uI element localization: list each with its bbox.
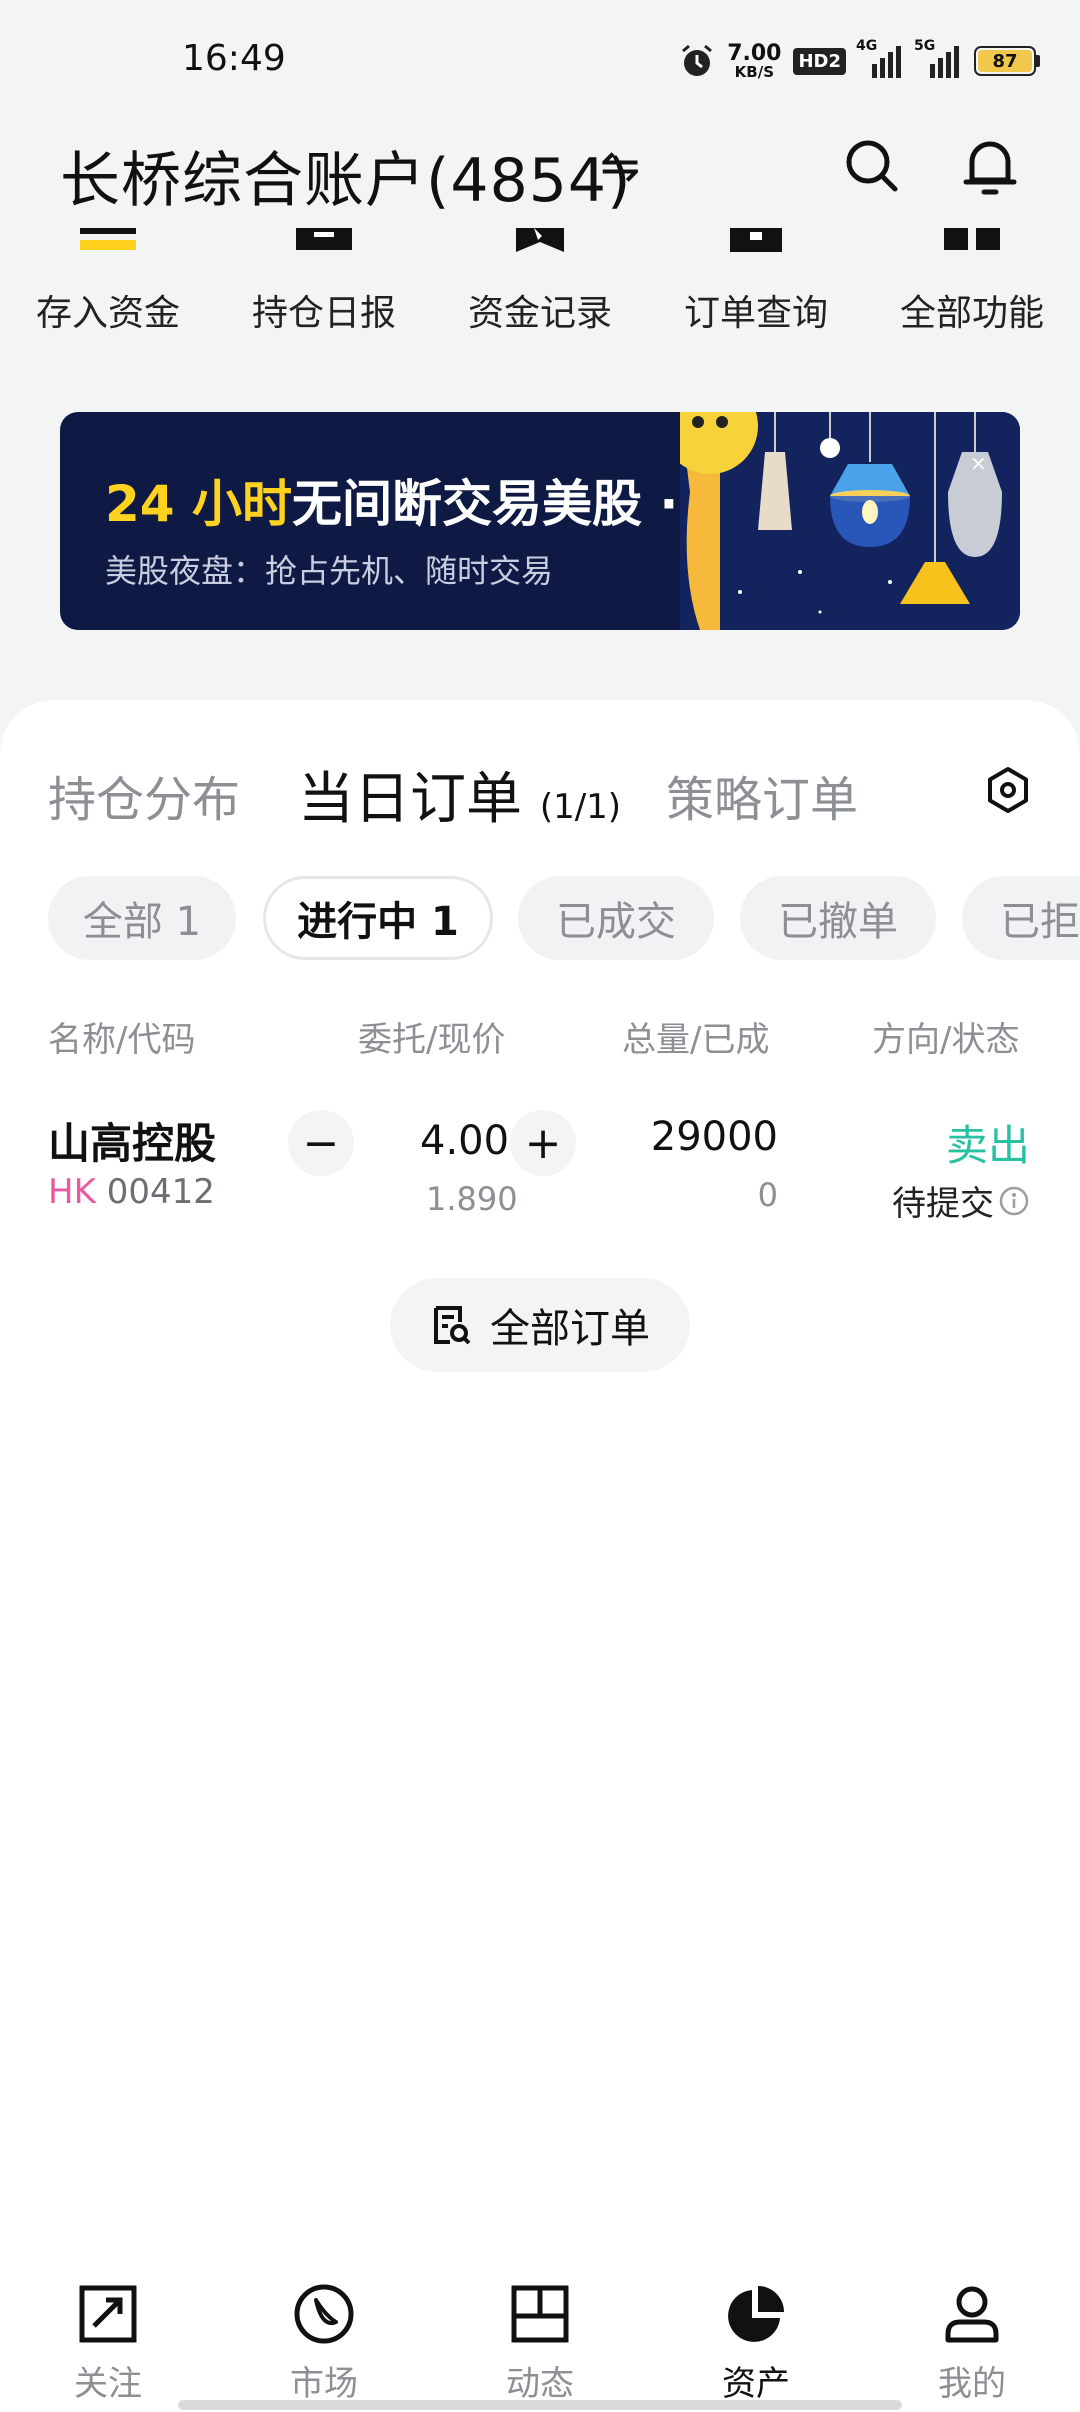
nav-label: 关注: [74, 2364, 142, 2404]
nav-label: 动态: [506, 2364, 574, 2404]
signal-label: 5G: [914, 38, 936, 54]
net-speed: 7.00 KB/S: [727, 40, 782, 81]
all-functions-icon: [944, 228, 1000, 250]
order-status: 待提交: [892, 1176, 1030, 1225]
col-header-price: 委托/现价: [358, 1020, 506, 1060]
chip-in-progress[interactable]: 进行中 1: [263, 876, 493, 960]
nav-profile[interactable]: 我的: [864, 2282, 1080, 2405]
col-header-status: 方向/状态: [872, 1020, 1020, 1060]
alarm-icon: [682, 44, 713, 76]
col-header-qty: 总量/已成: [622, 1020, 770, 1060]
bottom-nav: 关注 市场 动态 资产 我的: [0, 2260, 1080, 2412]
battery-level: 87: [978, 50, 1032, 72]
price-increase-button[interactable]: +: [510, 1110, 576, 1176]
chip-filled[interactable]: 已成交: [518, 876, 714, 960]
market-icon: [294, 2284, 354, 2344]
lamps-illustration: ×: [680, 412, 1020, 630]
tab-today-orders-label: 当日订单: [298, 767, 522, 832]
banner-title-rest: 无间断交易美股 ·: [292, 475, 679, 533]
banner-subtitle: 美股夜盘：抢占先机、随时交易: [105, 552, 554, 590]
nav-label: 资产: [722, 2364, 790, 2404]
bell-icon[interactable]: [960, 134, 1020, 198]
order-status-text: 待提交: [892, 1184, 994, 1224]
watchlist-icon: [79, 2285, 137, 2343]
svg-text:×: ×: [970, 451, 987, 475]
shortcut-all-functions[interactable]: 全部功能: [864, 228, 1080, 336]
order-query-icon: [730, 228, 782, 252]
shortcut-label: 存入资金: [35, 293, 180, 334]
stock-name: 山高控股: [48, 1119, 217, 1168]
tab-today-orders-count: (1/1): [539, 787, 622, 827]
settings-icon[interactable]: [984, 766, 1032, 814]
status-time: 16:49: [182, 38, 286, 79]
total-qty: 29000: [650, 1114, 778, 1160]
swap-account-icon[interactable]: ⇋: [600, 138, 640, 194]
net-speed-value: 7.00: [727, 40, 782, 66]
stock-code-value: 00412: [106, 1172, 215, 1212]
order-row[interactable]: 山高控股 HK 00412 − 4.00 + 1.890 29000 0 卖出 …: [0, 1090, 1080, 1240]
price-decrease-button[interactable]: −: [288, 1110, 354, 1176]
status-bar: 16:49 7.00 KB/S HD2 4G 5G 87: [0, 0, 1080, 120]
filled-qty: 0: [757, 1176, 778, 1214]
signal-label: 4G: [856, 38, 878, 54]
stock-code: HK 00412: [48, 1172, 215, 1212]
profile-icon: [945, 2286, 999, 2343]
assets-icon: [728, 2286, 784, 2342]
col-header-name: 名称/代码: [48, 1020, 196, 1060]
tab-holdings[interactable]: 持仓分布: [48, 760, 240, 830]
all-orders-button[interactable]: 全部订单: [390, 1278, 690, 1372]
feed-icon: [511, 2285, 569, 2343]
market-tag: HK: [48, 1172, 96, 1212]
shortcut-label: 资金记录: [467, 293, 612, 334]
banner-title-highlight: 24 小时: [105, 475, 292, 533]
order-tabs: 持仓分布 当日订单 (1/1) 策略订单: [48, 760, 1032, 840]
tab-today-orders[interactable]: 当日订单 (1/1): [298, 754, 621, 835]
nav-feed[interactable]: 动态: [432, 2282, 648, 2405]
chip-rejected[interactable]: 已拒: [962, 876, 1080, 960]
promo-banner[interactable]: 24 小时无间断交易美股 · 美股夜盘：抢占先机、随时交易 ×: [60, 412, 1020, 630]
account-title[interactable]: 长桥综合账户(4854): [60, 132, 632, 219]
all-orders-label: 全部订单: [490, 1306, 650, 1352]
shortcut-label: 持仓日报: [251, 293, 396, 334]
nav-watchlist[interactable]: 关注: [0, 2282, 216, 2405]
signal-icon: 5G: [914, 38, 962, 78]
record-icon: [516, 228, 564, 252]
shortcut-label: 全部功能: [899, 293, 1044, 334]
shortcut-report[interactable]: 持仓日报: [216, 228, 432, 336]
report-icon: [296, 228, 352, 250]
nav-market[interactable]: 市场: [216, 2282, 432, 2405]
banner-title: 24 小时无间断交易美股 ·: [105, 464, 678, 536]
net-speed-unit: KB/S: [734, 62, 774, 81]
home-indicator[interactable]: [178, 2400, 902, 2410]
current-price: 1.890: [426, 1180, 518, 1218]
nav-label: 我的: [938, 2364, 1006, 2404]
status-filter-chips: 全部 1 进行中 1 已成交 已撤单 已拒: [48, 876, 1080, 960]
battery-icon: 87: [974, 46, 1040, 76]
chip-all[interactable]: 全部 1: [48, 876, 236, 960]
order-direction: 卖出: [945, 1121, 1030, 1170]
deposit-icon: [80, 228, 136, 250]
nav-label: 市场: [290, 2364, 358, 2404]
header: 长桥综合账户(4854) ⇋: [0, 120, 1080, 228]
hd-icon: HD2: [793, 47, 846, 75]
shortcut-deposit[interactable]: 存入资金: [0, 228, 216, 336]
shortcut-record[interactable]: 资金记录: [432, 228, 648, 336]
signal-icon: 4G: [856, 38, 904, 78]
status-icons: 7.00 KB/S HD2 4G 5G 87: [679, 36, 1040, 86]
shortcut-label: 订单查询: [683, 293, 828, 334]
chip-cancelled[interactable]: 已撤单: [740, 876, 936, 960]
order-price: 4.00: [420, 1118, 510, 1164]
shortcut-row: 存入资金 持仓日报 资金记录 订单查询 全部功能: [0, 228, 1080, 348]
order-list-icon: [434, 1306, 471, 1345]
info-icon[interactable]: [998, 1185, 1030, 1217]
shortcut-order-query[interactable]: 订单查询: [648, 228, 864, 336]
search-icon[interactable]: [842, 136, 902, 196]
orders-card: 持仓分布 当日订单 (1/1) 策略订单 全部 1 进行中 1 已成交 已撤单 …: [0, 700, 1080, 2412]
tab-strategy-orders[interactable]: 策略订单: [666, 760, 858, 830]
nav-assets[interactable]: 资产: [648, 2282, 864, 2405]
